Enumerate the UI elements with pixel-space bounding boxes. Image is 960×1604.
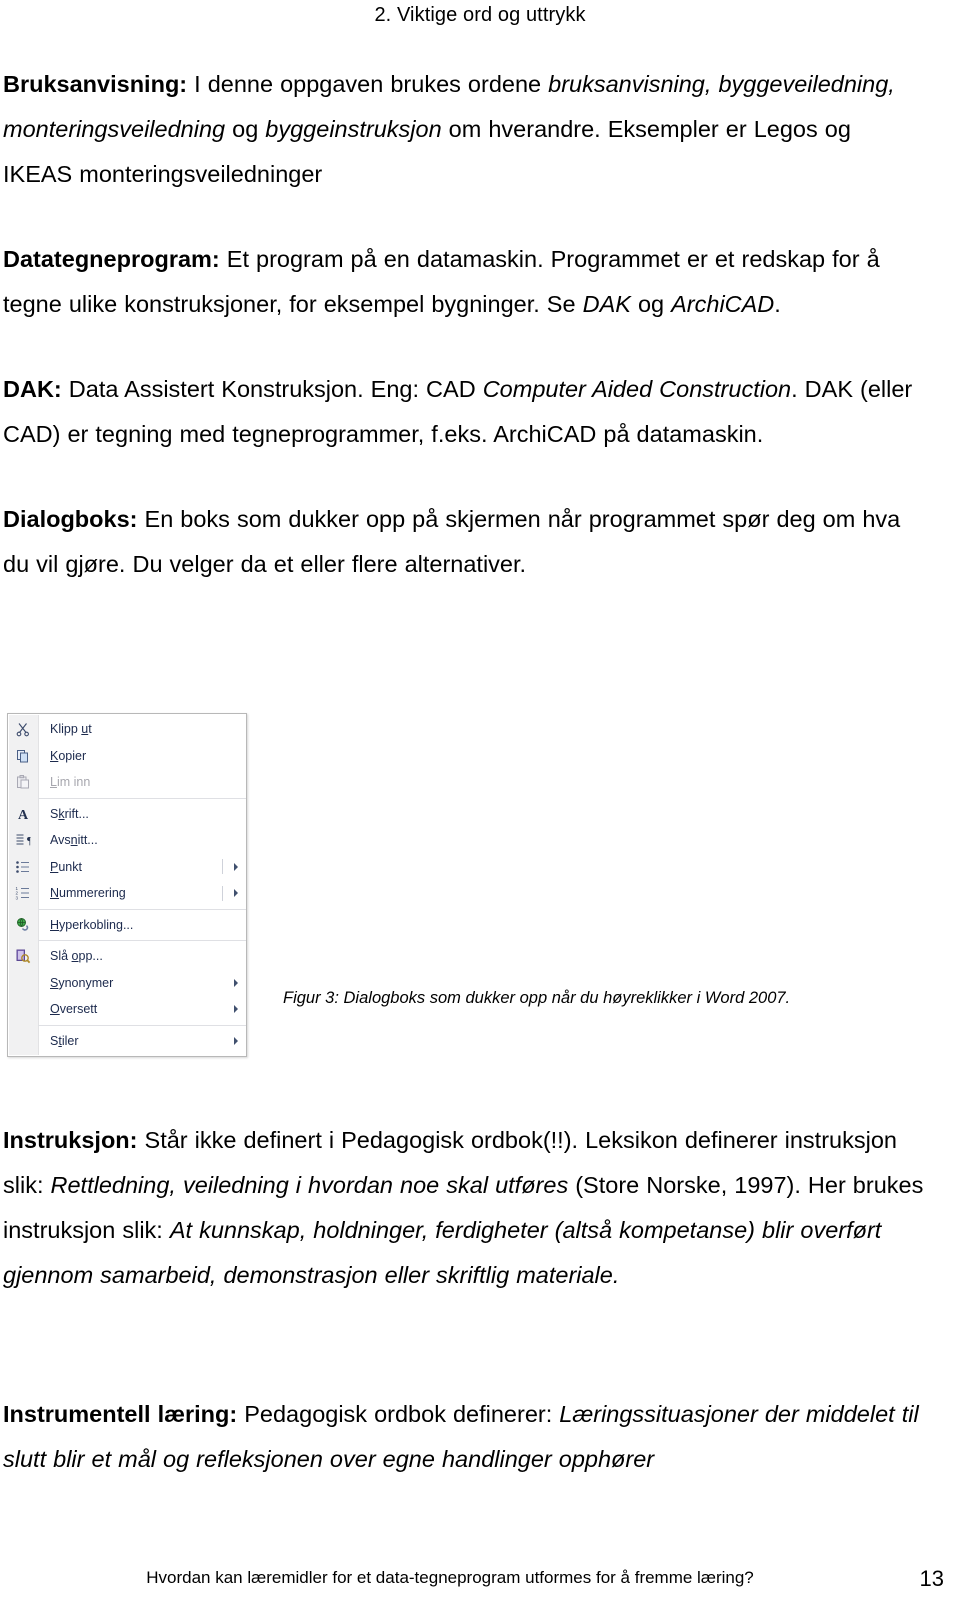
page-footer: Hvordan kan læremidler for et data-tegne… — [0, 1566, 960, 1598]
entry-term: Datategneprogram: — [3, 246, 220, 272]
submenu-arrow-icon — [234, 862, 238, 871]
page-number: 13 — [919, 1566, 944, 1591]
none — [8, 1028, 38, 1054]
footer-running-title: Hvordan kan læremidler for et data-tegne… — [146, 1568, 754, 1587]
entry-text-run: . — [774, 291, 781, 317]
submenu-divider — [222, 859, 223, 875]
svg-text:¶: ¶ — [27, 835, 31, 847]
submenu-arrow-icon — [234, 1036, 238, 1045]
context-menu-item[interactable]: Stiler — [8, 1028, 246, 1055]
entry-bruksanvisning: Bruksanvisning: I denne oppgaven brukes … — [3, 62, 921, 197]
context-menu-item[interactable]: Kopier — [8, 743, 246, 770]
hyperlink-icon — [8, 912, 38, 938]
context-menu-item[interactable]: Hyperkobling... — [8, 912, 246, 939]
body-text-instrumentell: Instrumentell læring: Pedagogisk ordbok … — [3, 1392, 943, 1482]
submenu-arrow-icon — [234, 978, 238, 987]
font-a-icon: A — [8, 801, 38, 827]
body-text-upper: Bruksanvisning: I denne oppgaven brukes … — [3, 62, 921, 587]
word-context-menu[interactable]: Klipp ut Kopier Lim inn A Skrift... ¶ Avsnitt.… — [7, 713, 247, 1057]
none — [8, 970, 38, 996]
entry-term: Dialogboks: — [3, 506, 138, 532]
entry-text-run: og — [630, 291, 672, 317]
body-text-instruksjon: Instruksjon: Står ikke definert i Pedago… — [3, 1118, 933, 1298]
context-menu-item[interactable]: Slå opp... — [8, 943, 246, 970]
context-menu-item-label: Klipp ut — [50, 722, 92, 737]
context-menu-item-label: Synonymer — [50, 975, 114, 990]
context-menu-item[interactable]: Punkt — [8, 854, 246, 881]
lookup-icon — [8, 943, 38, 969]
entry-text-run: Pedagogisk ordbok definerer: — [237, 1401, 560, 1427]
context-menu-item[interactable]: Oversett — [8, 996, 246, 1023]
svg-text:3: 3 — [16, 896, 19, 901]
entry-dak: DAK: Data Assistert Konstruksjon. Eng: C… — [3, 367, 921, 457]
context-menu-item-label: Stiler — [50, 1033, 79, 1048]
context-menu-item[interactable]: ¶ Avsnitt... — [8, 827, 246, 854]
context-menu-item-label: Slå opp... — [50, 949, 103, 964]
scissors-icon — [8, 716, 38, 742]
entry-text-run: ArchiCAD — [671, 291, 775, 317]
context-menu-item[interactable]: 1 2 3 Nummerering — [8, 880, 246, 907]
submenu-arrow-icon — [234, 889, 238, 898]
context-menu-item-label: Hyperkobling... — [50, 917, 134, 932]
context-menu-item-label: Skrift... — [50, 806, 89, 821]
entry-text-run: byggeinstruksjon — [265, 116, 442, 142]
entry-dialogboks: Dialogboks: En boks som dukker opp på sk… — [3, 497, 921, 587]
context-menu-separator — [38, 1024, 246, 1026]
copy-icon — [8, 743, 38, 769]
entry-text-run: Rettledning, veiledning i hvordan noe sk… — [50, 1172, 569, 1198]
paste-icon — [8, 769, 38, 795]
entry-text-run: DAK — [582, 291, 631, 317]
entry-instruksjon: Instruksjon: Står ikke definert i Pedago… — [3, 1118, 933, 1298]
entry-term: Instrumentell læring: — [3, 1401, 238, 1427]
context-menu-item[interactable]: Klipp ut — [8, 716, 246, 743]
figure-caption: Figur 3: Dialogboks som dukker opp når d… — [283, 989, 791, 1007]
context-menu-item[interactable]: A Skrift... — [8, 801, 246, 828]
context-menu-item-label: Nummerering — [50, 886, 126, 901]
svg-text:A: A — [18, 808, 29, 822]
context-menu-separator — [38, 940, 246, 941]
document-page: 2. Viktige ord og uttrykk Bruksanvisning… — [0, 0, 960, 1604]
context-menu-separator — [38, 797, 246, 799]
context-menu-item-label: Kopier — [50, 748, 87, 763]
entry-text-run: Computer Aided Construction — [482, 376, 792, 402]
context-menu-item-label: Avsnitt... — [50, 833, 98, 848]
entry-text-run: En boks som dukker opp på skjermen når p… — [3, 506, 901, 577]
context-menu-item-label: Lim inn — [50, 775, 91, 790]
context-menu-item-label: Punkt — [50, 859, 82, 874]
context-menu-item-label: Oversett — [50, 1002, 98, 1017]
entry-text-run: Data Assistert Konstruksjon. Eng: CAD — [61, 376, 483, 402]
paragraph-icon: ¶ — [8, 827, 38, 853]
entry-datategneprogram: Datategneprogram: Et program på en datam… — [3, 237, 921, 327]
entry-text-run: og — [225, 116, 266, 142]
entry-text-run: I denne oppgaven brukes ordene — [187, 71, 549, 97]
context-menu-separator — [38, 908, 246, 910]
running-head: 2. Viktige ord og uttrykk — [374, 4, 586, 26]
context-menu-item: Lim inn — [8, 769, 246, 796]
submenu-arrow-icon — [234, 1005, 238, 1014]
submenu-divider — [222, 885, 223, 901]
entry-term: Instruksjon: — [3, 1127, 138, 1153]
none — [8, 996, 38, 1022]
entry-term: DAK: — [3, 376, 62, 402]
entry-term: Bruksanvisning: — [3, 71, 188, 97]
bullet-list-icon — [8, 854, 38, 880]
numbered-list-icon: 123 — [8, 880, 38, 906]
context-menu-item[interactable]: Synonymer — [8, 970, 246, 997]
entry-instrumentell-laering: Instrumentell læring: Pedagogisk ordbok … — [3, 1392, 943, 1482]
